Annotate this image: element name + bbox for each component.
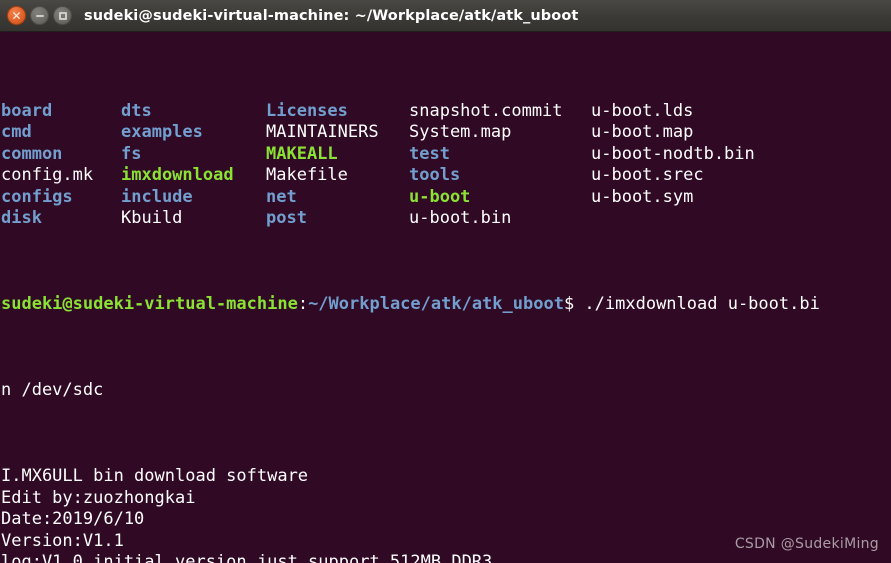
file-entry: cmd bbox=[1, 122, 32, 142]
file-entry: examples bbox=[121, 122, 203, 142]
typed-command: ./imxdownload u-boot.bi bbox=[574, 294, 820, 314]
file-entry: net bbox=[266, 186, 297, 207]
prompt-path: ~/Workplace/atk/atk_uboot bbox=[308, 294, 564, 314]
window-controls: ✕ bbox=[0, 6, 72, 25]
file-entry: board bbox=[1, 100, 53, 121]
terminal-output-area[interactable]: board dts Licenses snapshot.commit u-boot.ld… bbox=[0, 32, 891, 563]
file-entry: configs bbox=[1, 186, 73, 207]
maximize-icon[interactable] bbox=[53, 6, 72, 25]
file-listing: board dts Licenses snapshot.commit u-boot.ld… bbox=[1, 101, 891, 230]
file-entry: snapshot.commit bbox=[409, 100, 563, 121]
file-entry: MAINTAINERS bbox=[266, 122, 379, 142]
terminal-window: ✕ sudeki@sudeki-virtual-machine: ~/Workp… bbox=[0, 0, 891, 563]
file-entry: u-boot.bin bbox=[409, 208, 512, 228]
maximize-glyph bbox=[58, 11, 67, 20]
file-entry: fs bbox=[121, 143, 142, 164]
output-line: log:V1.0 initial version,just support 51… bbox=[1, 552, 493, 563]
file-entry: disk bbox=[1, 208, 42, 228]
file-entry: u-boot bbox=[409, 186, 471, 207]
file-entry: Kbuild bbox=[121, 208, 183, 228]
file-entry: u-boot.lds bbox=[591, 100, 694, 121]
file-listing-row: disk Kbuild post u-boot.bin bbox=[1, 208, 891, 230]
command-prompt-line: sudeki@sudeki-virtual-machine:~/Workplac… bbox=[1, 294, 891, 316]
minimize-icon[interactable] bbox=[30, 6, 49, 25]
file-entry: Licenses bbox=[266, 100, 348, 121]
file-entry: System.map bbox=[409, 122, 512, 142]
watermark: CSDN @SudekiMing bbox=[734, 536, 879, 552]
file-entry: dts bbox=[121, 100, 152, 121]
file-entry: u-boot.srec bbox=[591, 165, 704, 185]
window-titlebar[interactable]: ✕ sudeki@sudeki-virtual-machine: ~/Workp… bbox=[0, 0, 891, 32]
prompt-sigil: $ bbox=[563, 294, 575, 314]
close-icon[interactable]: ✕ bbox=[7, 6, 26, 25]
file-listing-row: common fs MAKEALL test u-boot-nodtb.bin bbox=[1, 144, 891, 166]
file-entry: config.mk bbox=[1, 165, 94, 185]
file-listing-row: config.mk imxdownload Makefile tools u-boot.… bbox=[1, 165, 891, 187]
output-line: Edit by:zuozhongkai bbox=[1, 487, 196, 508]
file-entry: post bbox=[266, 208, 307, 228]
file-entry: tools bbox=[409, 165, 461, 185]
command-wrap-line: n /dev/sdc bbox=[1, 380, 104, 400]
file-entry: test bbox=[409, 143, 450, 164]
minimize-glyph bbox=[35, 14, 44, 17]
file-entry: u-boot-nodtb.bin bbox=[591, 143, 755, 164]
file-entry: Makefile bbox=[266, 165, 348, 185]
file-entry: imxdownload bbox=[121, 165, 234, 185]
window-title: sudeki@sudeki-virtual-machine: ~/Workpla… bbox=[84, 7, 579, 24]
file-entry: include bbox=[121, 186, 193, 207]
prompt-separator: : bbox=[297, 294, 309, 314]
file-listing-row: board dts Licenses snapshot.commit u-boot.ld… bbox=[1, 101, 891, 123]
output-line: Date:2019/6/10 bbox=[1, 509, 145, 529]
file-listing-row: configs include net u-boot u-boot.sym bbox=[1, 187, 891, 209]
file-entry: u-boot.sym bbox=[591, 186, 694, 207]
file-entry: common bbox=[1, 143, 63, 164]
file-entry: MAKEALL bbox=[266, 143, 338, 164]
output-line: I.MX6ULL bin download software bbox=[1, 466, 309, 486]
file-entry: u-boot.map bbox=[591, 122, 694, 142]
prompt-user-host: sudeki@sudeki-virtual-machine bbox=[1, 294, 298, 314]
file-listing-row: cmd examples MAINTAINERS System.map u-boot.m… bbox=[1, 122, 891, 144]
